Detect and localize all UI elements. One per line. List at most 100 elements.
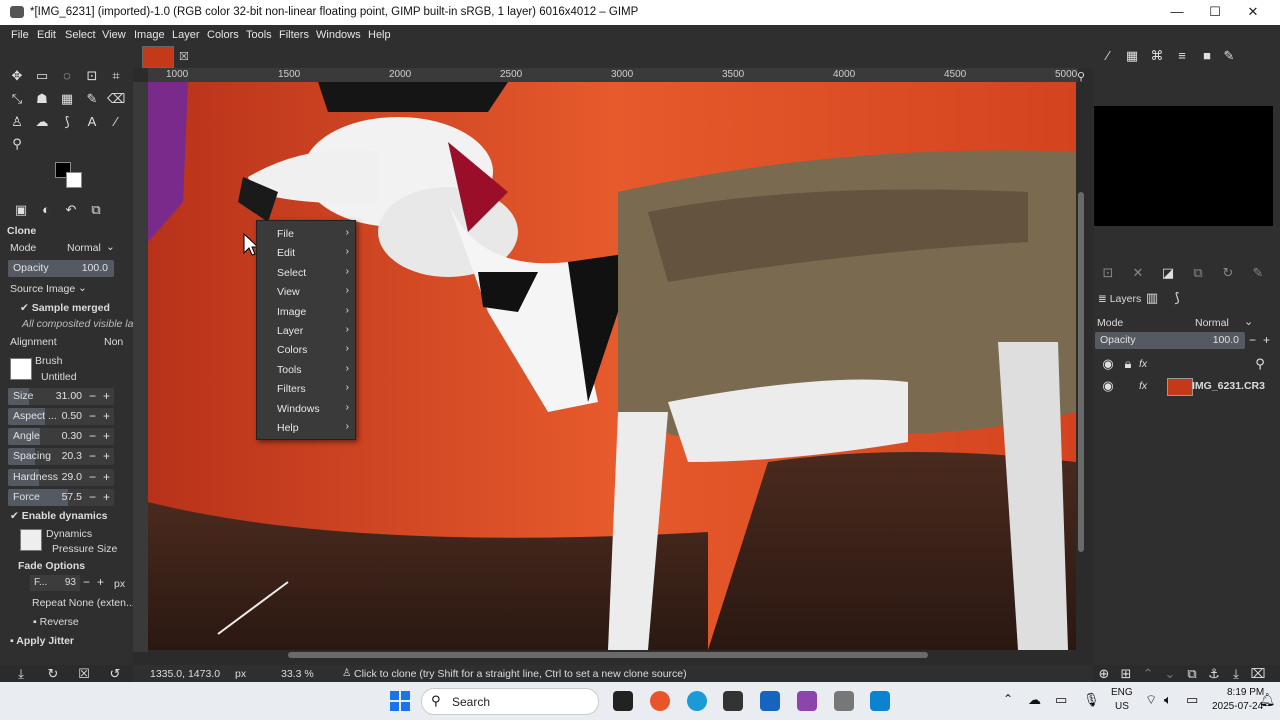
context-menu-item-view[interactable]: View ›	[257, 283, 355, 302]
restore-options-icon[interactable]: ↻	[44, 665, 62, 683]
menu-layer[interactable]: Layer	[172, 29, 200, 41]
context-menu-item-file[interactable]: File ›	[257, 225, 355, 244]
windows-start-icon[interactable]	[390, 691, 410, 711]
firefox-icon[interactable]	[650, 691, 670, 711]
menu-filters[interactable]: Filters	[279, 29, 309, 41]
layer-visibility-icon[interactable]: ◉	[1099, 377, 1117, 395]
gradient-icon[interactable]: ▦	[58, 90, 76, 108]
menu-colors[interactable]: Colors	[207, 29, 239, 41]
layer-opacity-plus[interactable]: +	[1263, 333, 1270, 347]
image-tab-thumbnail[interactable]	[142, 46, 174, 68]
vertical-scrollbar[interactable]	[1076, 82, 1086, 650]
slider-decrement-button[interactable]: −	[89, 449, 96, 463]
fade-minus-button[interactable]: −	[83, 575, 90, 589]
layer-opacity-minus[interactable]: −	[1249, 333, 1256, 347]
apply-jitter-checkbox[interactable]: ▪ Apply Jitter	[10, 635, 74, 647]
slider-increment-button[interactable]: +	[103, 470, 110, 484]
slider-angle[interactable]: Angle 0.30	[8, 428, 114, 445]
tool-options-tab-icon[interactable]: ▣	[12, 201, 30, 219]
duplicate-layer-icon[interactable]: ⧉	[1183, 665, 1201, 683]
slider-increment-button[interactable]: +	[103, 389, 110, 403]
context-menu-item-image[interactable]: Image ›	[257, 303, 355, 322]
warp-icon[interactable]: ☗	[33, 90, 51, 108]
delete-layer-icon[interactable]: ⌧	[1249, 665, 1267, 683]
sample-merged-checkbox[interactable]: ✔ Sample merged	[20, 302, 110, 314]
brush-action-icon[interactable]: ⊡	[1099, 264, 1117, 282]
enable-dynamics-checkbox[interactable]: ✔ Enable dynamics	[10, 510, 108, 522]
dynamics-preview[interactable]	[20, 529, 42, 551]
paintbrush-icon[interactable]: ✎	[83, 90, 101, 108]
context-menu-item-filters[interactable]: Filters ›	[257, 380, 355, 399]
layer-row[interactable]: ◉ fx IMG_6231.CR3	[1093, 376, 1280, 396]
unit-dropdown[interactable]: px	[235, 668, 246, 680]
close-button[interactable]: ✕	[1238, 4, 1268, 22]
slider-size[interactable]: Size 31.00	[8, 388, 114, 405]
menu-view[interactable]: View	[102, 29, 126, 41]
maximize-button[interactable]: ☐	[1200, 4, 1230, 22]
slider-increment-button[interactable]: +	[103, 409, 110, 423]
new-group-icon[interactable]: ⊞	[1117, 665, 1135, 683]
paint-dynamics-tab-icon[interactable]: ✎	[1220, 47, 1238, 65]
merge-layer-icon[interactable]: ⤓	[1227, 665, 1245, 683]
context-menu-item-tools[interactable]: Tools ›	[257, 361, 355, 380]
fade-length-field[interactable]: F... 93	[30, 575, 80, 591]
zoom-dropdown[interactable]: 33.3 %	[281, 668, 314, 680]
mode-dropdown[interactable]: Normal	[67, 242, 101, 254]
anchor-layer-icon[interactable]: ⚓︎	[1205, 665, 1223, 683]
brush-duplicate-icon[interactable]: ⧉	[1189, 264, 1207, 282]
menu-image[interactable]: Image	[134, 29, 165, 41]
transform-icon[interactable]: ⤡	[8, 90, 26, 108]
calendar-icon[interactable]	[760, 691, 780, 711]
edge-icon[interactable]	[687, 691, 707, 711]
menu-tools[interactable]: Tools	[246, 29, 272, 41]
move-tool-icon[interactable]: ✥	[8, 67, 26, 85]
clone-stamp-icon[interactable]: ♙	[8, 113, 26, 131]
color-picker-icon[interactable]: ⁄	[107, 113, 125, 131]
fonts-tab-icon[interactable]: ⌘	[1148, 47, 1166, 65]
layer-search-icon[interactable]: ⚲	[1251, 355, 1269, 373]
patterns-tab-icon[interactable]: ▦	[1123, 47, 1141, 65]
close-tab-icon[interactable]: ☒	[179, 50, 189, 63]
smudge-icon[interactable]: ☁	[33, 113, 51, 131]
gradients-tab-icon[interactable]: ■	[1198, 47, 1216, 65]
slider-increment-button[interactable]: +	[103, 429, 110, 443]
raise-layer-icon[interactable]: ⌃	[1139, 665, 1157, 683]
wifi-icon[interactable]: ⌔	[1145, 692, 1157, 708]
slider-decrement-button[interactable]: −	[89, 409, 96, 423]
brush-delete-icon[interactable]: ✕	[1129, 264, 1147, 282]
zoom-icon[interactable]: ⚲	[8, 135, 26, 153]
slider-spacing[interactable]: Spacing 20.3	[8, 448, 114, 465]
fade-plus-button[interactable]: +	[97, 575, 104, 589]
language-indicator[interactable]: ENG	[1111, 687, 1133, 698]
microphone-icon[interactable]: 🎙︎	[1083, 692, 1100, 708]
source-dropdown[interactable]: Image	[46, 283, 75, 295]
vertical-scroll-thumb[interactable]	[1078, 192, 1084, 552]
rect-select-icon[interactable]: ▭	[33, 67, 51, 85]
minimize-button[interactable]: —	[1162, 4, 1192, 22]
layer-name[interactable]: IMG_6231.CR3	[1192, 380, 1265, 392]
lasso-icon[interactable]: ◌	[58, 67, 76, 85]
lower-layer-icon[interactable]: ⌄	[1161, 665, 1179, 683]
context-menu-item-help[interactable]: Help ›	[257, 419, 355, 438]
undo-history-tab-icon[interactable]: ↶	[62, 201, 80, 219]
mail-icon[interactable]	[870, 691, 890, 711]
horizontal-scrollbar[interactable]	[148, 650, 1076, 660]
slider-aspect[interactable]: Aspect ... 0.50	[8, 408, 114, 425]
taskbar-search-box[interactable]: ⚲ Search	[421, 688, 599, 715]
text-tool-icon[interactable]: A	[83, 113, 101, 131]
tray-chevron-icon[interactable]: ⌃	[1003, 692, 1013, 706]
video-editor-icon[interactable]	[797, 691, 817, 711]
slider-decrement-button[interactable]: −	[89, 470, 96, 484]
gimp-taskbar-icon[interactable]	[834, 691, 854, 711]
context-menu-item-colors[interactable]: Colors ›	[257, 341, 355, 360]
repeat-dropdown[interactable]: Repeat None (exten...	[32, 597, 135, 609]
fuzzy-select-icon[interactable]: ⊡	[83, 67, 101, 85]
brushes-tab-icon[interactable]: ⁄	[1099, 47, 1117, 65]
slider-decrement-button[interactable]: −	[89, 429, 96, 443]
onedrive-icon[interactable]: ☁	[1028, 692, 1041, 708]
brush-new-icon[interactable]: ✎	[1249, 264, 1267, 282]
alignment-dropdown[interactable]: Non	[104, 336, 123, 348]
display-icon[interactable]: ▭	[1055, 692, 1067, 708]
volume-icon[interactable]: 🔈︎	[1164, 692, 1172, 708]
context-menu-item-windows[interactable]: Windows ›	[257, 400, 355, 419]
